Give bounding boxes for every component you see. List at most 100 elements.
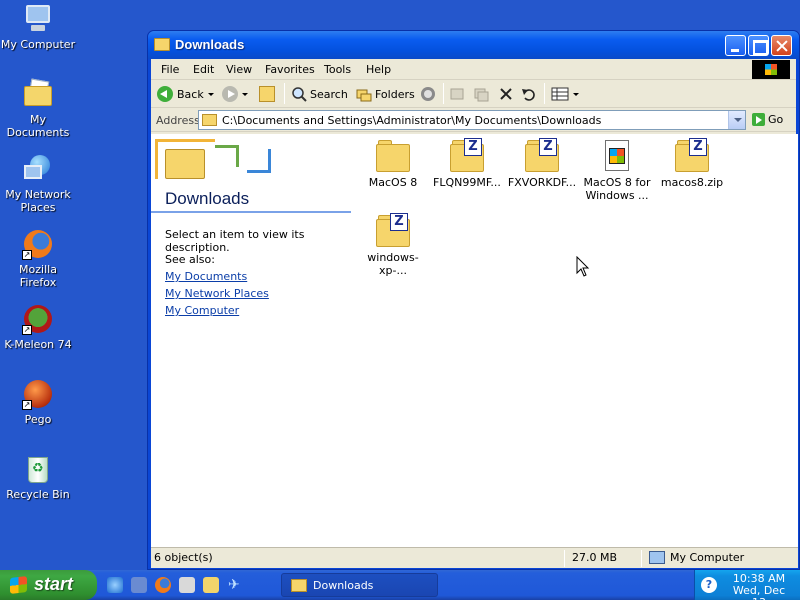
search-icon	[292, 87, 307, 102]
delete-button[interactable]	[498, 84, 514, 104]
folder-options-button[interactable]	[420, 84, 436, 104]
firefox-icon[interactable]	[155, 577, 171, 593]
views-button[interactable]	[551, 84, 579, 104]
search-folder-icon[interactable]	[203, 577, 219, 593]
file-item[interactable]: Z FXVORKDF...	[504, 138, 580, 189]
link-my-network-places[interactable]: My Network Places	[165, 287, 269, 300]
desktop-icon-label: K-Meleon 74	[4, 338, 72, 351]
forward-button[interactable]	[222, 84, 248, 104]
maximize-button[interactable]	[748, 35, 769, 56]
file-name: FLQN99MF...	[433, 176, 501, 189]
folder-icon	[291, 579, 307, 592]
windows-flag-icon	[10, 576, 27, 594]
file-item[interactable]: MacOS 8	[355, 140, 431, 189]
menu-file[interactable]: File	[161, 63, 179, 76]
folders-icon	[356, 89, 372, 102]
address-input[interactable]: C:\Documents and Settings\Administrator\…	[198, 110, 746, 130]
move-to-button[interactable]	[449, 84, 465, 104]
divider	[641, 550, 642, 567]
taskbar: start ✈ Downloads ? 10:38 AM Wed, Dec 13	[0, 570, 800, 600]
menu-help[interactable]: Help	[366, 63, 391, 76]
recycle-bin-icon	[22, 453, 54, 485]
folder-icon	[376, 140, 410, 172]
folders-button[interactable]: Folders	[356, 84, 415, 104]
copy-to-button[interactable]	[473, 84, 489, 104]
go-label: Go	[768, 113, 784, 126]
desktop-icon-recycle-bin[interactable]: Recycle Bin	[0, 453, 76, 501]
zip-folder-icon: Z	[450, 138, 484, 172]
search-button[interactable]: Search	[291, 84, 348, 104]
desktop-icon-my-documents[interactable]: My Documents	[0, 78, 76, 139]
status-location: My Computer	[670, 551, 745, 564]
menu-edit[interactable]: Edit	[193, 63, 214, 76]
toolbar-separator	[284, 83, 285, 104]
toolbar-separator	[544, 83, 545, 104]
address-dropdown-button[interactable]	[728, 111, 745, 129]
minimize-button[interactable]	[725, 35, 746, 56]
window-title: Downloads	[175, 37, 245, 52]
move-to-icon	[450, 88, 464, 100]
up-folder-button[interactable]	[259, 84, 275, 104]
file-item[interactable]: Z windows-xp-...	[355, 213, 431, 277]
toolbar: Back Search Folders	[151, 80, 796, 108]
folder-icon	[202, 114, 217, 126]
copy-to-icon	[474, 88, 489, 102]
chevron-down-icon	[573, 92, 579, 96]
folder-content[interactable]: Downloads Select an item to view its des…	[151, 134, 798, 547]
file-name: windows-xp-...	[367, 251, 419, 277]
go-arrow-icon	[752, 113, 765, 126]
firefox-icon: ↗	[22, 228, 54, 260]
close-button[interactable]	[771, 35, 792, 56]
file-name: MacOS 8 for Windows ...	[583, 176, 651, 202]
folder-icon	[154, 38, 170, 51]
internet-explorer-icon[interactable]	[107, 577, 123, 593]
clock-date: Wed, Dec 13	[732, 584, 786, 600]
go-button[interactable]: Go	[752, 113, 783, 126]
file-name: macos8.zip	[660, 176, 724, 189]
desktop-icon-label: My Network Places	[5, 188, 71, 214]
status-object-count: 6 object(s)	[154, 551, 213, 564]
file-item[interactable]: Z FLQN99MF...	[429, 138, 505, 189]
title-bar[interactable]: Downloads	[148, 31, 799, 59]
system-tray: ? 10:38 AM Wed, Dec 13	[694, 570, 800, 600]
clock[interactable]: 10:38 AM Wed, Dec 13	[729, 573, 789, 600]
taskbar-window-downloads[interactable]: Downloads	[281, 573, 438, 597]
menu-tools[interactable]: Tools	[324, 63, 351, 76]
window-body: File Edit View Favorites Tools Help Back	[151, 59, 798, 568]
menu-view[interactable]: View	[226, 63, 252, 76]
status-size: 27.0 MB	[572, 551, 618, 564]
desktop-icon-my-network-places[interactable]: My Network Places	[2, 153, 74, 214]
taskbar-window-label: Downloads	[313, 579, 374, 592]
folder-banner-icon	[155, 139, 273, 187]
plane-icon[interactable]: ✈	[228, 577, 244, 593]
task-pane: Downloads Select an item to view its des…	[151, 134, 351, 547]
media-player-icon[interactable]	[179, 577, 195, 593]
undo-button[interactable]	[521, 84, 537, 104]
back-button[interactable]: Back	[157, 84, 214, 104]
file-name: FXVORKDF...	[507, 176, 577, 189]
back-label: Back	[177, 87, 204, 101]
up-folder-icon	[259, 86, 275, 102]
zip-folder-icon: Z	[675, 138, 709, 172]
menu-bar: File Edit View Favorites Tools Help	[151, 59, 796, 80]
desktop-icon-mozilla-firefox[interactable]: ↗ Mozilla Firefox	[0, 228, 76, 289]
desktop-icon-label: My Computer	[0, 38, 76, 51]
desktop-icon-my-computer[interactable]: My Computer	[0, 3, 76, 51]
desktop-icon-pego[interactable]: ↗ Pego	[0, 378, 76, 426]
divider	[564, 550, 565, 567]
start-button[interactable]: start	[0, 570, 97, 600]
file-item[interactable]: Z macos8.zip	[654, 138, 730, 189]
chevron-down-icon	[242, 92, 248, 96]
address-value: C:\Documents and Settings\Administrator\…	[222, 114, 602, 127]
delete-x-icon	[500, 88, 512, 100]
link-my-documents[interactable]: My Documents	[165, 270, 247, 283]
link-my-computer[interactable]: My Computer	[165, 304, 239, 317]
desktop-icon-k-meleon[interactable]: ↗ K-Meleon 74	[0, 303, 76, 351]
task-pane-description: Select an item to view its description.	[165, 228, 305, 254]
status-bar: 6 object(s) 27.0 MB My Computer	[151, 547, 798, 568]
show-desktop-icon[interactable]	[131, 577, 147, 593]
file-item[interactable]: MacOS 8 for Windows ...	[579, 140, 655, 202]
network-places-icon	[22, 153, 54, 185]
menu-favorites[interactable]: Favorites	[265, 63, 315, 76]
help-icon[interactable]: ?	[701, 577, 717, 593]
